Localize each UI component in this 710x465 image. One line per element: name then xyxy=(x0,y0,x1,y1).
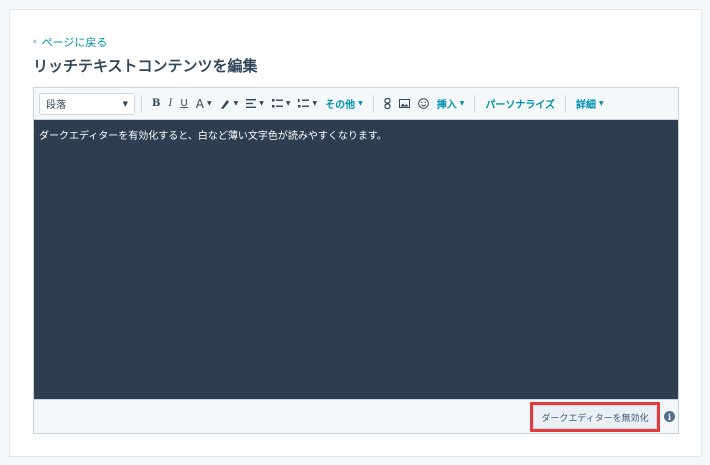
toolbar-divider xyxy=(141,94,142,113)
numbered-list-icon xyxy=(298,99,310,108)
back-link-label: ページに戻る xyxy=(41,36,108,49)
caret-down-icon: ▼ xyxy=(312,100,318,107)
insert-label: 挿入 xyxy=(436,100,457,111)
link-icon xyxy=(384,98,391,109)
font-color-label: A xyxy=(195,96,204,111)
personalize-button[interactable]: パーソナライズ xyxy=(481,93,559,115)
caret-down-icon: ▼ xyxy=(358,100,363,107)
emoji-button[interactable] xyxy=(414,93,433,115)
toolbar-divider xyxy=(372,94,374,113)
chevron-left-icon: ‹ xyxy=(33,37,37,47)
align-button[interactable]: ▼ xyxy=(242,93,268,115)
caret-down-icon: ▼ xyxy=(206,100,212,107)
advanced-dropdown[interactable]: 詳細 ▼ xyxy=(572,93,608,115)
font-color-button[interactable]: A ▼ xyxy=(192,93,216,115)
paragraph-style-select[interactable]: 段落 ▼ xyxy=(39,92,135,115)
image-icon xyxy=(398,99,410,108)
more-dropdown[interactable]: その他 ▼ xyxy=(321,93,367,115)
caret-down-icon: ▼ xyxy=(233,100,239,107)
marker-icon xyxy=(220,100,229,109)
editor-toolbar: 段落 ▼ B I U A ▼ ▼ ▼ ▼ ▼ その他 ▼ 挿入 ▼ パーソナライ… xyxy=(34,88,678,120)
editor-text[interactable]: ダークエディターを有効化すると、白など薄い文字色が読みやすくなります。 xyxy=(39,127,673,142)
caret-down-icon: ▼ xyxy=(599,100,604,107)
paragraph-style-value: 段落 xyxy=(46,100,66,111)
more-label: その他 xyxy=(325,100,356,111)
back-link[interactable]: ‹ ページに戻る xyxy=(33,34,107,50)
numbered-list-button[interactable]: ▼ xyxy=(294,93,321,115)
underline-button[interactable]: U xyxy=(176,93,191,115)
bullet-list-button[interactable]: ▼ xyxy=(268,93,295,115)
advanced-label: 詳細 xyxy=(576,100,597,111)
toolbar-divider xyxy=(474,94,476,113)
link-button[interactable] xyxy=(380,93,395,115)
highlight-box xyxy=(530,402,660,432)
align-left-icon xyxy=(246,99,257,108)
caret-down-icon: ▼ xyxy=(285,100,291,107)
image-button[interactable] xyxy=(395,93,414,115)
editor-footer: ダークエディターを無効化 i xyxy=(34,399,678,433)
bold-button[interactable]: B xyxy=(148,93,164,115)
insert-dropdown[interactable]: 挿入 ▼ xyxy=(433,93,469,115)
highlight-button[interactable]: ▼ xyxy=(216,93,243,115)
smiley-icon xyxy=(417,98,429,109)
editor-content-area[interactable]: ダークエディターを有効化すると、白など薄い文字色が読みやすくなります。 xyxy=(34,120,678,399)
bullet-list-icon xyxy=(271,99,283,108)
rich-text-editor: 段落 ▼ B I U A ▼ ▼ ▼ ▼ ▼ その他 ▼ 挿入 ▼ パーソナライ… xyxy=(33,87,679,434)
info-icon[interactable]: i xyxy=(664,411,675,422)
page-title: リッチテキストコンテンツを編集 xyxy=(33,57,258,75)
toolbar-divider xyxy=(565,94,567,113)
caret-down-icon: ▼ xyxy=(459,100,465,107)
caret-down-icon: ▼ xyxy=(259,100,264,107)
italic-button[interactable]: I xyxy=(164,93,176,115)
caret-down-icon: ▼ xyxy=(122,99,128,108)
